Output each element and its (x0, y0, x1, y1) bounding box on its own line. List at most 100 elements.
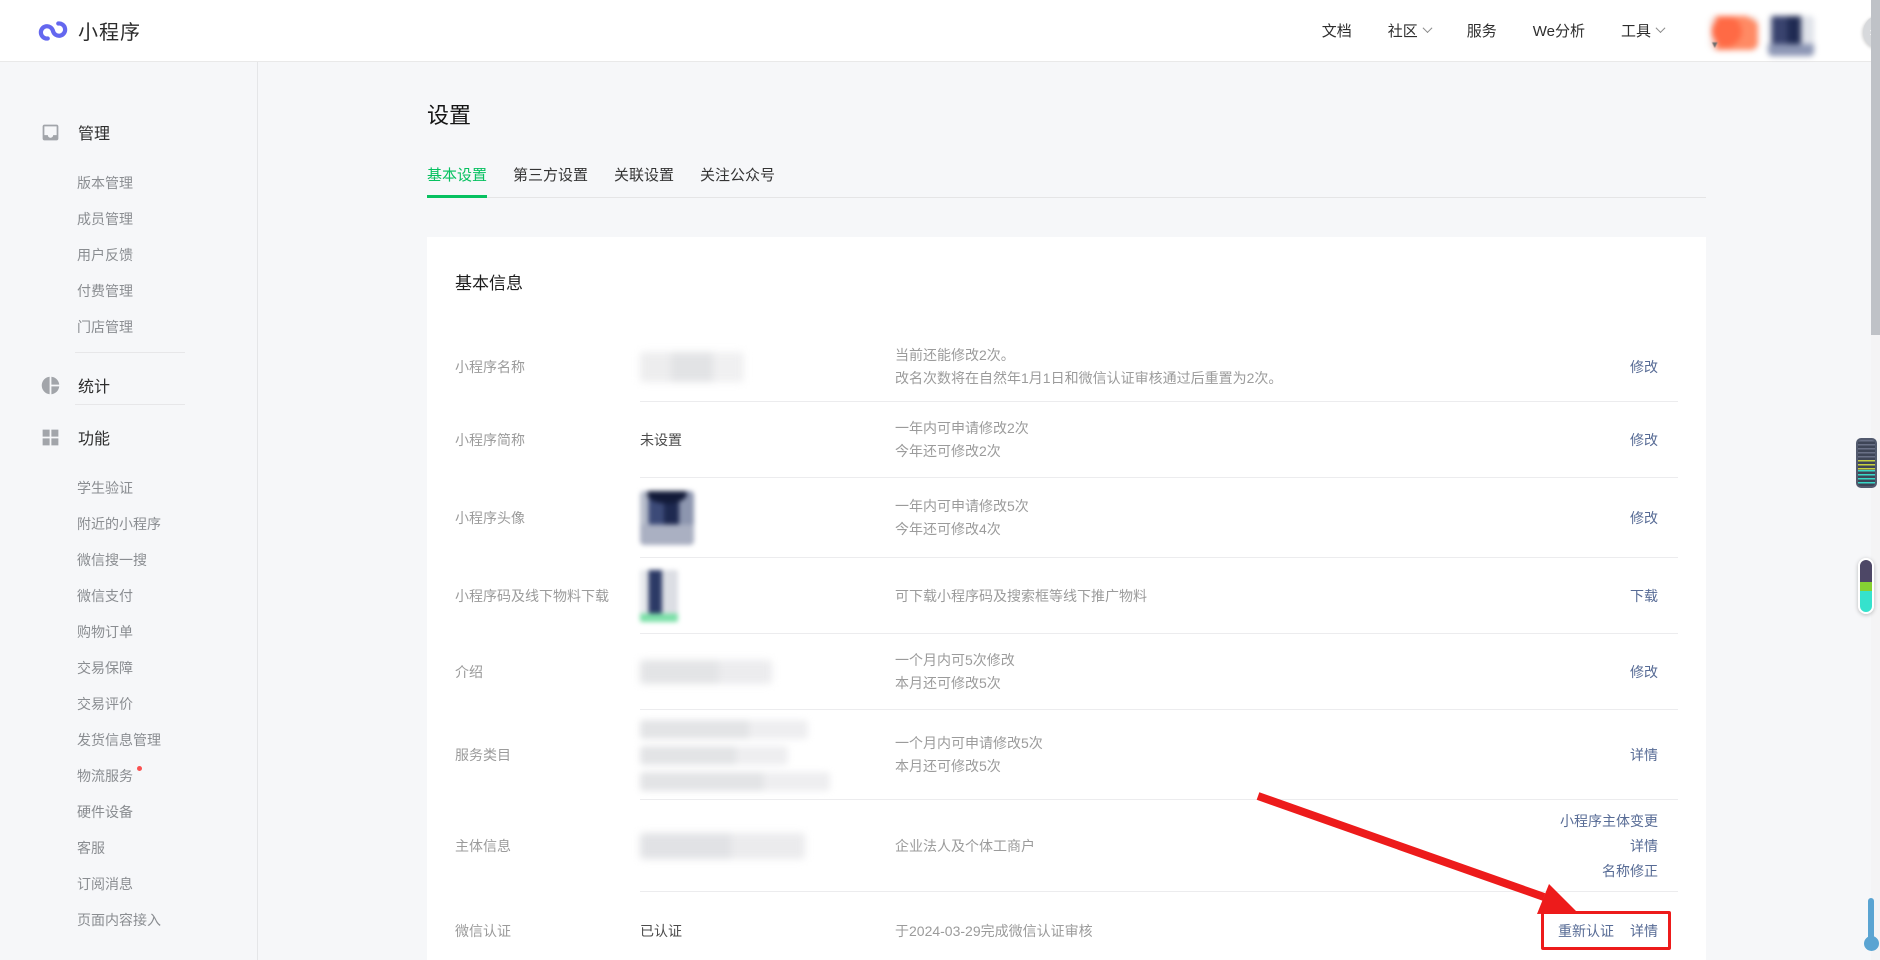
sidebar-item-label: 版本管理 (77, 175, 133, 191)
annotated-actions: 重新认证详情 (1558, 921, 1658, 941)
sidebar-item-label: 附近的小程序 (77, 516, 161, 532)
nav-item-1[interactable]: 文档 (1322, 20, 1352, 41)
settings-row: 主体信息 企业法人及个体工商户小程序主体变更详情名称修正 (427, 800, 1706, 892)
sidebar-item[interactable]: 交易评价 (0, 686, 257, 722)
settings-row: 介绍 一个月内可5次修改本月还可修改5次修改 (427, 634, 1706, 710)
scrollbar-thumb[interactable] (1871, 0, 1880, 335)
row-description: 于2024-03-29完成微信认证审核 (895, 920, 1558, 943)
sidebar-item[interactable]: 购物订单 (0, 614, 257, 650)
row-value: 已认证 (640, 921, 895, 941)
group-title-label: 功能 (78, 425, 110, 449)
description-line: 本月还可修改5次 (895, 755, 1630, 778)
sidebar-group: 管理版本管理成员管理用户反馈付费管理门店管理 (0, 120, 257, 345)
settings-row: 微信认证已认证于2024-03-29完成微信认证审核重新认证详情 (427, 892, 1706, 960)
extension-progress-pill[interactable] (1858, 558, 1874, 614)
sidebar-item[interactable]: 交易保障 (0, 650, 257, 686)
details-link[interactable]: 详情 (1630, 921, 1658, 941)
description-line: 改名次数将在自然年1月1日和微信认证审核通过后重置为2次。 (895, 367, 1630, 390)
sidebar-item-label: 发货信息管理 (77, 732, 161, 748)
account-area: ▾ (1710, 8, 1814, 54)
sidebar-item[interactable]: 客服 (0, 830, 257, 866)
sidebar-group-title-3[interactable]: 功能 (0, 425, 257, 449)
account-chevron-down-icon[interactable]: ▾ (1712, 38, 1718, 51)
app-logo[interactable]: 小程序 (38, 16, 141, 46)
tab-inactive[interactable]: 关联设置 (614, 164, 674, 197)
sidebar-item[interactable]: 门店管理 (0, 309, 257, 345)
ruler-ticks-dark (1858, 440, 1875, 460)
extension-ruler-widget[interactable] (1856, 438, 1877, 488)
app-avatar[interactable] (1768, 16, 1814, 56)
sidebar-item[interactable]: 订阅消息 (0, 866, 257, 902)
row-value (640, 570, 895, 622)
row-description: 企业法人及个体工商户 (895, 835, 1560, 858)
modify-link[interactable]: 修改 (1630, 662, 1658, 682)
basic-info-card: 基本信息 小程序名称当前还能修改2次。改名次数将在自然年1月1日和微信认证审核通… (427, 237, 1706, 960)
extension-scroll-indicator[interactable] (1868, 898, 1874, 942)
row-label: 服务类目 (455, 745, 640, 765)
nav-item-5[interactable]: 工具 (1621, 20, 1664, 41)
row-actions: 修改 (1630, 430, 1658, 450)
sidebar-item[interactable]: 页面内容接入 (0, 902, 257, 938)
sidebar-item[interactable]: 学生验证 (0, 470, 257, 506)
sidebar-item-label: 购物订单 (77, 624, 133, 640)
sidebar-item[interactable]: 版本管理 (0, 165, 257, 201)
nav-item-label: 文档 (1322, 20, 1352, 41)
details-link[interactable]: 详情 (1630, 836, 1658, 856)
modify-link[interactable]: 修改 (1630, 508, 1658, 528)
sidebar-item[interactable]: 附近的小程序 (0, 506, 257, 542)
sidebar-item[interactable]: 付费管理 (0, 273, 257, 309)
download-link[interactable]: 下载 (1630, 586, 1658, 606)
nav-item-label: 工具 (1621, 20, 1651, 41)
miniprogram-logo-icon (38, 16, 68, 46)
description-line: 一年内可申请修改2次 (895, 417, 1630, 440)
settings-row: 服务类目一个月内可申请修改5次本月还可修改5次详情 (427, 710, 1706, 800)
sidebar-item[interactable]: 用户反馈 (0, 237, 257, 273)
sidebar-item[interactable]: 物流服务 (0, 758, 257, 794)
sidebar-group-list: 学生验证附近的小程序微信搜一搜微信支付购物订单交易保障交易评价发货信息管理物流服… (0, 470, 257, 938)
nav-item-3[interactable]: 服务 (1467, 20, 1497, 41)
modify-link[interactable]: 修改 (1630, 430, 1658, 450)
sidebar-item[interactable]: 微信支付 (0, 578, 257, 614)
tab-inactive[interactable]: 第三方设置 (513, 164, 588, 197)
name-correction-link[interactable]: 名称修正 (1602, 861, 1658, 881)
row-description: 一个月内可5次修改本月还可修改5次 (895, 649, 1630, 695)
description-line: 可下载小程序码及搜索框等线下推广物料 (895, 585, 1630, 608)
sidebar-group: 统计 (0, 373, 257, 397)
sidebar-item-label: 微信搜一搜 (77, 552, 147, 568)
description-line: 一年内可申请修改5次 (895, 495, 1630, 518)
row-actions: 详情 (1630, 745, 1658, 765)
modify-link[interactable]: 修改 (1630, 357, 1658, 377)
row-label: 主体信息 (455, 836, 640, 856)
redacted-qrcode (640, 570, 678, 622)
details-link[interactable]: 详情 (1630, 745, 1658, 765)
row-description: 可下载小程序码及搜索框等线下推广物料 (895, 585, 1630, 608)
description-line: 于2024-03-29完成微信认证审核 (895, 920, 1558, 943)
indicator-ball (1864, 936, 1879, 951)
tab-inactive[interactable]: 关注公众号 (700, 164, 775, 197)
sidebar-item[interactable]: 微信搜一搜 (0, 542, 257, 578)
sidebar-group-title-1[interactable]: 管理 (0, 120, 257, 144)
sidebar-group-title-2[interactable]: 统计 (0, 373, 257, 397)
chevron-down-icon (1656, 23, 1666, 33)
row-description: 一年内可申请修改2次今年还可修改2次 (895, 417, 1630, 463)
row-label: 小程序名称 (455, 357, 640, 377)
group-title-label: 管理 (78, 120, 110, 144)
nav-item-2[interactable]: 社区 (1388, 20, 1431, 41)
sidebar-item[interactable]: 发货信息管理 (0, 722, 257, 758)
top-header: 小程序 文档社区服务We分析工具 ▾ › (0, 0, 1880, 62)
sidebar-item[interactable]: 成员管理 (0, 201, 257, 237)
row-label: 介绍 (455, 662, 640, 682)
sidebar-item-label: 成员管理 (77, 211, 133, 227)
row-actions: 小程序主体变更详情名称修正 (1560, 811, 1658, 881)
sidebar-item-label: 交易保障 (77, 660, 133, 676)
sidebar-item[interactable]: 硬件设备 (0, 794, 257, 830)
tab-active[interactable]: 基本设置 (427, 164, 487, 197)
card-heading: 基本信息 (427, 269, 1706, 294)
reauth-link[interactable]: 重新认证 (1558, 921, 1614, 941)
page-title: 设置 (427, 98, 1880, 130)
nav-item-4[interactable]: We分析 (1533, 20, 1585, 41)
top-nav: 文档 社区 服务 We分析 工具 (1322, 20, 1664, 41)
row-actions: 修改 (1630, 662, 1658, 682)
redacted-avatar (640, 491, 694, 545)
subject-change-link[interactable]: 小程序主体变更 (1560, 811, 1658, 831)
